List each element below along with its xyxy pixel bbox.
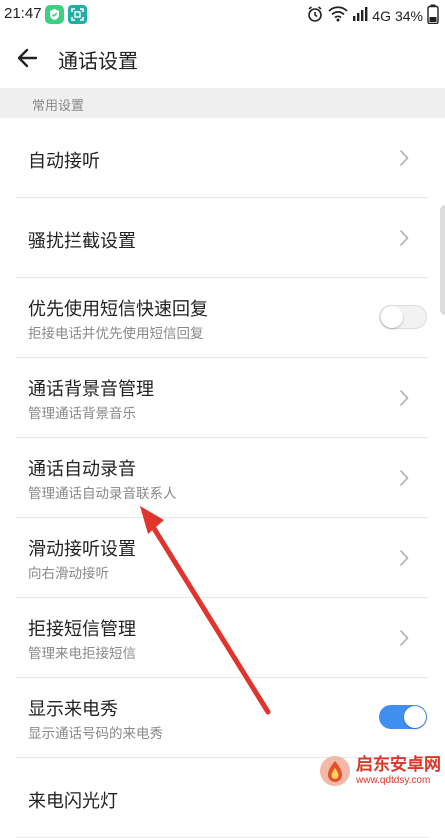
settings-list: 自动接听 骚扰拦截设置 优先使用短信快速回复 拒接电话并优先使用短信回复 通话背…	[0, 118, 445, 838]
signal-icon	[352, 7, 368, 24]
setting-background-sound[interactable]: 通话背景音管理 管理通话背景音乐	[0, 358, 445, 438]
setting-slide-answer[interactable]: 滑动接听设置 向右滑动接听	[0, 518, 445, 598]
alarm-icon	[306, 5, 324, 26]
setting-caller-show[interactable]: 显示来电秀 显示通话号码的来电秀	[0, 678, 445, 758]
chevron-right-icon	[399, 229, 409, 247]
setting-subtitle: 管理通话自动录音联系人	[28, 486, 177, 501]
back-button[interactable]	[14, 44, 42, 72]
app-header: 通话设置	[0, 30, 445, 88]
setting-title: 骚扰拦截设置	[28, 231, 136, 251]
chevron-right-icon	[399, 549, 409, 567]
setting-subtitle: 管理来电拒接短信	[28, 646, 136, 661]
setting-title: 通话背景音管理	[28, 379, 154, 399]
setting-title: 来电闪光灯	[28, 791, 118, 811]
page-title: 通话设置	[58, 51, 138, 73]
section-label: 常用设置	[32, 98, 85, 113]
back-arrow-icon	[17, 48, 38, 68]
edge-panel-handle[interactable]	[440, 205, 445, 315]
setting-title: 优先使用短信快速回复	[28, 299, 208, 319]
toggle-knob	[381, 306, 403, 328]
setting-sms-quick-reply[interactable]: 优先使用短信快速回复 拒接电话并优先使用短信回复	[0, 278, 445, 358]
watermark-name: 启东安卓网	[356, 755, 441, 775]
section-header: 常用设置	[0, 88, 445, 118]
setting-title: 自动接听	[28, 151, 100, 171]
chevron-right-icon	[399, 149, 409, 167]
setting-harassment-block[interactable]: 骚扰拦截设置	[0, 198, 445, 278]
watermark-url: www.qdtdsy.com	[356, 774, 431, 786]
setting-subtitle: 拒接电话并优先使用短信回复	[28, 326, 204, 341]
network-type: 4G	[372, 7, 391, 24]
status-indicators: 4G 34%	[306, 4, 439, 27]
sms-quick-reply-toggle[interactable]	[379, 305, 427, 329]
setting-title: 拒接短信管理	[28, 619, 136, 639]
setting-title: 显示来电秀	[28, 699, 118, 719]
setting-reject-sms[interactable]: 拒接短信管理 管理来电拒接短信	[0, 598, 445, 678]
wifi-icon	[328, 6, 348, 25]
battery-percent: 34%	[394, 7, 423, 24]
status-bar: 21:47 4G 34%	[0, 0, 445, 30]
toggle-knob	[404, 706, 426, 728]
setting-auto-record[interactable]: 通话自动录音 管理通话自动录音联系人	[0, 438, 445, 518]
caller-show-toggle[interactable]	[379, 705, 427, 729]
security-app-icon	[45, 5, 64, 24]
chevron-right-icon	[399, 469, 409, 487]
chevron-right-icon	[399, 389, 409, 407]
battery-icon	[427, 4, 439, 27]
scan-app-icon	[68, 5, 87, 24]
setting-title: 滑动接听设置	[28, 539, 136, 559]
watermark: 启东安卓网 www.qdtdsy.com	[318, 754, 441, 788]
setting-subtitle: 管理通话背景音乐	[28, 406, 136, 421]
setting-title: 通话自动录音	[28, 459, 136, 479]
status-time: 21:47	[4, 5, 42, 22]
setting-auto-answer[interactable]: 自动接听	[0, 118, 445, 198]
watermark-logo-icon	[320, 756, 350, 786]
setting-subtitle: 显示通话号码的来电秀	[28, 726, 163, 741]
setting-subtitle: 向右滑动接听	[28, 566, 109, 581]
chevron-right-icon	[399, 629, 409, 647]
